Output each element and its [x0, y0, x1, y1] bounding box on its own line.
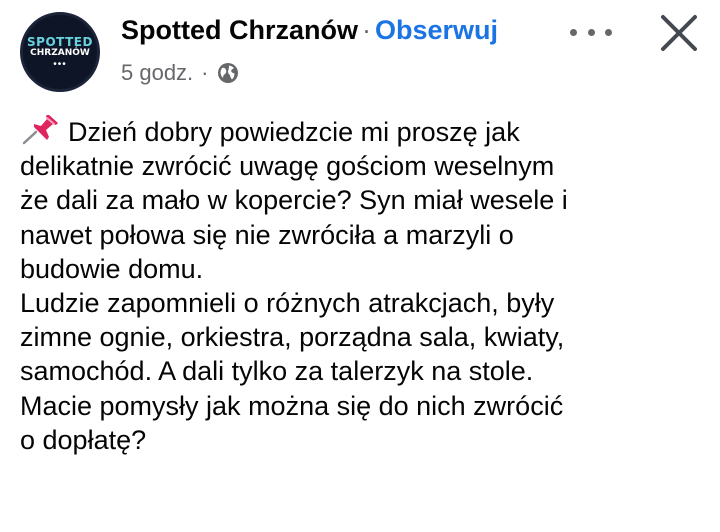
post-line: Macie pomysły jak można się do nich zwró…	[20, 390, 564, 421]
post-line: Ludzie zapomnieli o różnych atrakcjach, …	[20, 288, 555, 319]
more-dot	[570, 28, 577, 36]
page-avatar[interactable]: SPOTTED CHRZANÓW •••	[20, 12, 100, 92]
more-options-icon[interactable]	[570, 22, 612, 42]
post-body: Dzień dobry powiedzcie mi proszę jak del…	[20, 114, 710, 457]
avatar-text-spotted: SPOTTED	[27, 34, 93, 49]
globe-icon	[217, 62, 239, 84]
avatar-dots: •••	[53, 58, 67, 70]
meta-separator: ·	[201, 60, 209, 85]
avatar-text-town: CHRZANÓW	[30, 47, 90, 58]
post-timestamp[interactable]: 5 godz.	[121, 60, 193, 86]
more-dot	[587, 28, 595, 36]
follow-button[interactable]: Obserwuj	[375, 15, 498, 46]
page-name-link[interactable]: Spotted Chrzanów	[121, 15, 358, 46]
header-separator: ·	[362, 15, 371, 45]
post-line: delikatnie zwrócić uwagę gościom weselny…	[20, 151, 555, 182]
post-line: że dali za mało w kopercie? Syn miał wes…	[20, 185, 568, 216]
pushpin-icon	[20, 114, 60, 145]
post-line: nawet połowa się nie zwróciła a marzyli …	[20, 219, 514, 250]
close-icon[interactable]	[658, 12, 700, 54]
post-line: o dopłatę?	[20, 424, 147, 455]
more-dot	[605, 28, 612, 36]
post-line: samochód. A dali tylko za talerzyk na st…	[20, 356, 534, 387]
post-meta: 5 godz. ·	[121, 60, 239, 86]
post-line: Dzień dobry powiedzcie mi proszę jak	[20, 114, 710, 149]
post-line: budowie domu.	[20, 253, 204, 284]
post-header: Spotted Chrzanów · Obserwuj	[121, 15, 498, 46]
post-line-text: Dzień dobry powiedzcie mi proszę jak	[68, 117, 520, 147]
post-line: zimne ognie, orkiestra, porządna sala, k…	[20, 322, 565, 353]
